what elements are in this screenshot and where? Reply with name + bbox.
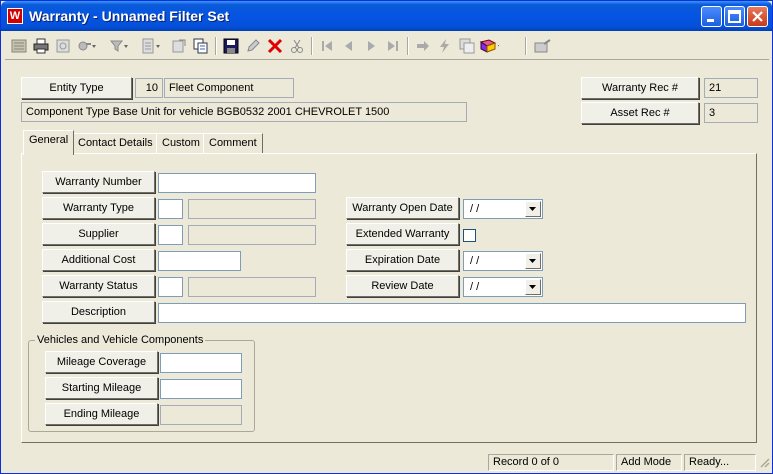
delete-icon[interactable]	[265, 36, 285, 56]
supplier-name-field	[188, 225, 316, 245]
minimize-button[interactable]	[701, 6, 722, 27]
extended-warranty-button[interactable]: Extended Warranty	[346, 223, 459, 245]
entity-type-code: 10	[135, 78, 163, 98]
edit-icon[interactable]	[243, 36, 263, 56]
status-record: Record 0 of 0	[488, 454, 614, 471]
description-field[interactable]	[158, 303, 746, 323]
chevron-down-icon[interactable]	[525, 201, 541, 217]
list-icon[interactable]	[9, 36, 29, 56]
print-preview-icon[interactable]	[53, 36, 73, 56]
previous-record-icon[interactable]	[339, 36, 359, 56]
warranty-window: W Warranty - Unnamed Filter Set Entity T…	[0, 0, 773, 474]
supplier-button[interactable]: Supplier	[42, 223, 155, 245]
tab-custom[interactable]: Custom	[156, 133, 206, 154]
additional-cost-button[interactable]: Additional Cost	[42, 249, 155, 271]
cut-icon[interactable]	[287, 36, 307, 56]
expiration-date-value: / /	[470, 255, 480, 267]
supplier-code-field[interactable]	[158, 225, 183, 245]
close-button[interactable]	[747, 6, 768, 27]
review-date-button[interactable]: Review Date	[346, 275, 459, 297]
export-icon[interactable]	[169, 36, 189, 56]
warranty-open-date-button[interactable]: Warranty Open Date	[346, 197, 459, 219]
exit-icon[interactable]	[533, 36, 553, 56]
warranty-rec-button[interactable]: Warranty Rec #	[581, 77, 699, 99]
filter-icon[interactable]	[109, 36, 129, 56]
starting-mileage-field[interactable]	[160, 379, 242, 399]
last-record-icon[interactable]	[383, 36, 403, 56]
warranty-type-code-field[interactable]	[158, 199, 183, 219]
warranty-rec-value: 21	[704, 78, 758, 98]
entity-type-name: Fleet Component	[164, 78, 294, 98]
additional-cost-field[interactable]	[158, 251, 241, 271]
print-icon[interactable]	[31, 36, 51, 56]
query-icon[interactable]	[77, 36, 97, 56]
tab-general[interactable]: General	[23, 130, 75, 155]
next-record-icon[interactable]	[361, 36, 381, 56]
goto-icon[interactable]	[413, 36, 433, 56]
ending-mileage-button[interactable]: Ending Mileage	[45, 403, 158, 425]
mileage-coverage-button[interactable]: Mileage Coverage	[45, 351, 158, 373]
vehicles-group-label: Vehicles and Vehicle Components	[35, 334, 206, 346]
maximize-button[interactable]	[724, 6, 745, 27]
tab-comment[interactable]: Comment	[203, 133, 263, 154]
warranty-open-date-value: / /	[470, 203, 480, 215]
warranty-number-button[interactable]: Warranty Number	[42, 171, 155, 193]
asset-rec-button[interactable]: Asset Rec #	[581, 102, 699, 124]
warranty-open-date-picker[interactable]: / /	[463, 199, 543, 219]
status-mode: Add Mode	[616, 454, 682, 471]
title-bar[interactable]: W Warranty - Unnamed Filter Set	[1, 1, 772, 31]
notes-book-icon[interactable]	[479, 36, 499, 56]
warranty-number-field[interactable]	[158, 173, 316, 193]
action-icon[interactable]	[435, 36, 455, 56]
close-icon	[752, 11, 763, 22]
review-date-picker[interactable]: / /	[463, 277, 543, 297]
toolbar	[5, 34, 769, 60]
chevron-down-icon[interactable]	[525, 253, 541, 269]
entity-description: Component Type Base Unit for vehicle BGB…	[21, 102, 467, 122]
starting-mileage-button[interactable]: Starting Mileage	[45, 377, 158, 399]
warranty-status-code-field[interactable]	[158, 277, 183, 297]
expiration-date-picker[interactable]: / /	[463, 251, 543, 271]
save-icon[interactable]	[221, 36, 241, 56]
copy-icon[interactable]	[191, 36, 211, 56]
first-record-icon[interactable]	[317, 36, 337, 56]
status-state: Ready...	[684, 454, 756, 471]
attachments-icon[interactable]	[457, 36, 477, 56]
warranty-type-desc-field	[188, 199, 316, 219]
warranty-status-desc-field	[188, 277, 316, 297]
extended-warranty-checkbox[interactable]	[463, 229, 476, 242]
warranty-type-button[interactable]: Warranty Type	[42, 197, 155, 219]
window-title: Warranty - Unnamed Filter Set	[29, 8, 230, 24]
mileage-coverage-field[interactable]	[160, 353, 242, 373]
minimize-icon	[707, 19, 714, 22]
review-date-value: / /	[470, 281, 480, 293]
report-icon[interactable]	[141, 36, 161, 56]
chevron-down-icon[interactable]	[525, 279, 541, 295]
description-button[interactable]: Description	[42, 301, 155, 323]
resize-grip-icon[interactable]	[758, 456, 770, 470]
tab-contact-details[interactable]: Contact Details	[72, 133, 159, 154]
app-icon: W	[7, 8, 23, 24]
warranty-status-button[interactable]: Warranty Status	[42, 275, 155, 297]
entity-type-button[interactable]: Entity Type	[21, 77, 132, 99]
maximize-icon	[728, 10, 741, 23]
ending-mileage-field	[160, 405, 242, 425]
expiration-date-button[interactable]: Expiration Date	[346, 249, 459, 271]
asset-rec-value: 3	[704, 103, 758, 123]
